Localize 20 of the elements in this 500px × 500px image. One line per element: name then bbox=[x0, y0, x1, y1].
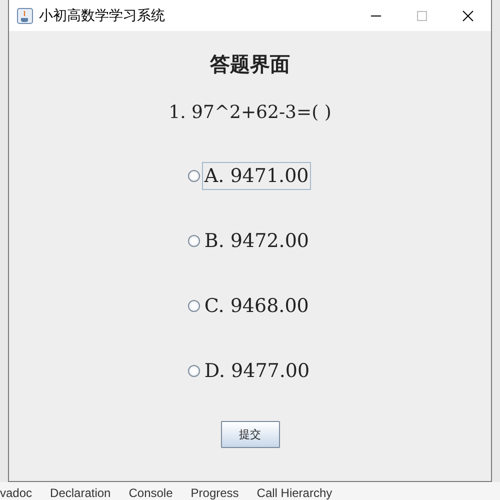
close-icon bbox=[462, 10, 474, 22]
question-text: 1. 97^2+62-3=( ) bbox=[168, 102, 332, 123]
view-tab[interactable]: Call Hierarchy bbox=[256, 486, 332, 500]
view-tab[interactable]: Console bbox=[128, 486, 173, 500]
java-cup-icon bbox=[17, 8, 33, 24]
view-tab[interactable]: Declaration bbox=[50, 486, 111, 500]
maximize-icon bbox=[416, 10, 428, 22]
submit-button[interactable]: 提交 bbox=[220, 421, 280, 448]
radio-button[interactable] bbox=[188, 300, 200, 312]
option-label[interactable]: A. 9471.00 bbox=[202, 162, 311, 190]
window-title: 小初高数学学习系统 bbox=[39, 6, 166, 24]
view-tab[interactable]: Progress bbox=[190, 486, 239, 500]
radio-button[interactable] bbox=[188, 170, 200, 182]
view-tab[interactable]: vadoc bbox=[0, 486, 32, 500]
page-heading: 答题界面 bbox=[210, 51, 290, 78]
option-label[interactable]: C. 9468.00 bbox=[202, 292, 311, 320]
option-label[interactable]: B. 9472.00 bbox=[202, 226, 312, 254]
radio-button[interactable] bbox=[188, 234, 200, 246]
radio-button[interactable] bbox=[188, 364, 200, 376]
option-label[interactable]: D. 9477.00 bbox=[202, 356, 312, 384]
